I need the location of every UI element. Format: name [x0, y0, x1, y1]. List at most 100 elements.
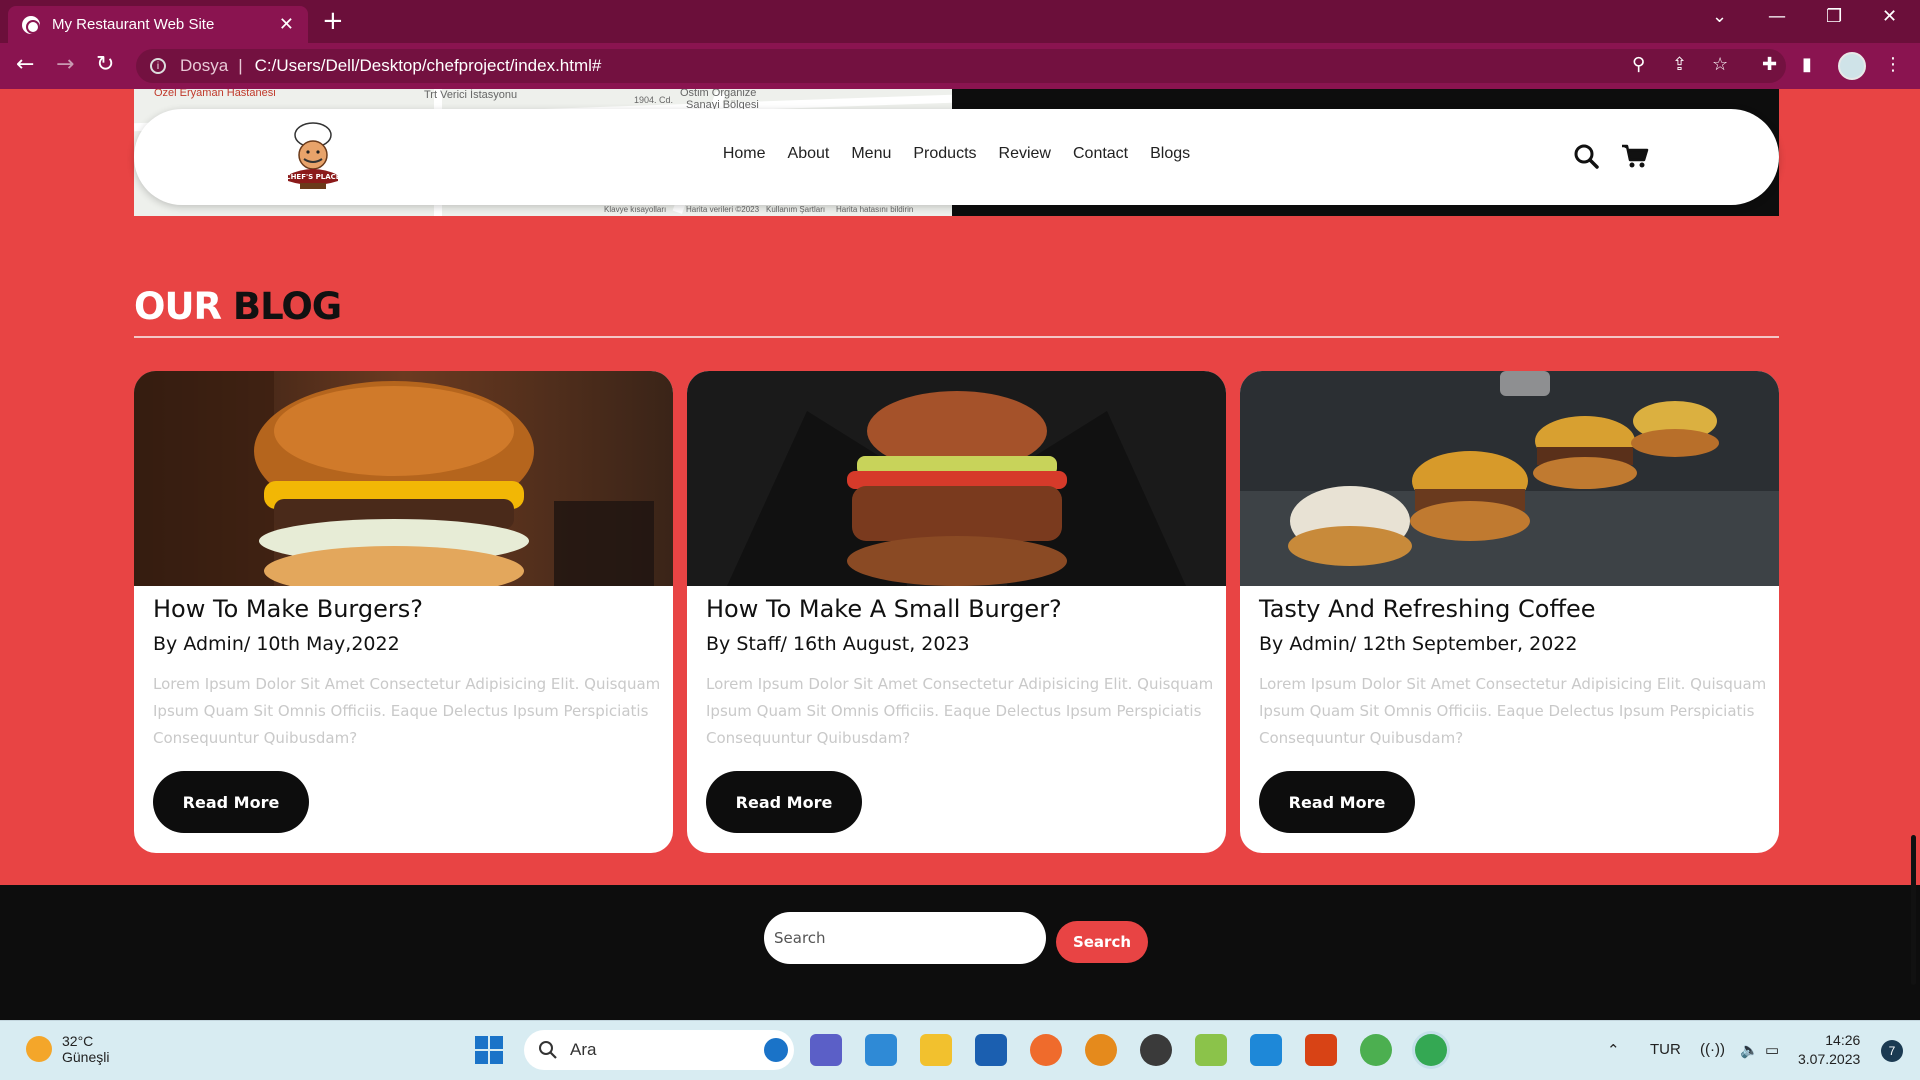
close-window-icon[interactable]: ✕: [1882, 6, 1897, 27]
sun-icon: [26, 1036, 52, 1062]
search-icon[interactable]: [1573, 143, 1599, 169]
blog-card-title[interactable]: How To Make Burgers?: [153, 595, 423, 623]
logo-text: CHEF'S PLACE: [285, 173, 340, 181]
footer-search-input[interactable]: [764, 912, 1046, 964]
bookmark-star-icon[interactable]: ☆: [1712, 54, 1728, 75]
nav-menu[interactable]: Menu: [851, 145, 891, 163]
chrome-icon[interactable]: [1360, 1034, 1392, 1066]
zoom-icon[interactable]: ⚲: [1632, 54, 1645, 75]
teams-icon[interactable]: [810, 1034, 842, 1066]
search-icon: [539, 1041, 557, 1059]
firefox-icon[interactable]: [1030, 1034, 1062, 1066]
browser-address-bar: ← → ↻ i Dosya | C:/Users/Dell/Desktop/ch…: [0, 43, 1920, 89]
url-separator: |: [238, 56, 243, 75]
blog-card-meta: By Admin/ 12th September, 2022: [1259, 633, 1578, 655]
weather-widget[interactable]: 32°C Güneşli: [26, 1033, 109, 1065]
chevron-up-icon[interactable]: ⌃: [1607, 1041, 1620, 1059]
nav-review[interactable]: Review: [999, 145, 1051, 163]
app-icon[interactable]: [1305, 1034, 1337, 1066]
nav-products[interactable]: Products: [913, 145, 976, 163]
side-panel-icon[interactable]: ▮: [1802, 54, 1812, 75]
taskbar-search-placeholder: Ara: [570, 1040, 597, 1059]
read-more-button[interactable]: Read More: [1259, 771, 1415, 833]
minimize-icon[interactable]: —: [1768, 6, 1786, 27]
chrome-profile-icon[interactable]: [1415, 1034, 1447, 1066]
close-tab-icon[interactable]: ✕: [279, 15, 294, 34]
map-label: 1904. Cd.: [634, 95, 674, 105]
section-divider: [134, 336, 1779, 338]
mail-icon[interactable]: [975, 1034, 1007, 1066]
clock-time: 14:26: [1825, 1032, 1861, 1048]
browser-tab-bar: My Restaurant Web Site ✕ + ⌄ — ❐ ✕: [0, 0, 1920, 43]
read-more-button[interactable]: Read More: [153, 771, 309, 833]
chatgpt-icon[interactable]: [1140, 1034, 1172, 1066]
blog-card-title[interactable]: How To Make A Small Burger?: [706, 595, 1062, 623]
blog-card-title[interactable]: Tasty And Refreshing Coffee: [1259, 595, 1596, 623]
notification-badge[interactable]: 7: [1881, 1040, 1903, 1062]
menu-icon[interactable]: ⋮: [1884, 54, 1902, 75]
burger-image: [134, 371, 673, 586]
clock[interactable]: 14:26 3.07.2023: [1798, 1031, 1860, 1069]
reload-icon[interactable]: ↻: [96, 53, 114, 77]
taskbar-search[interactable]: Ara: [524, 1030, 794, 1070]
map-label: Özel Eryaman Hastanesi: [154, 89, 276, 99]
nav-home[interactable]: Home: [723, 145, 766, 163]
burger-image: [1240, 371, 1779, 586]
globe-icon: [22, 15, 40, 34]
language-indicator[interactable]: TUR: [1650, 1041, 1681, 1058]
site-footer: Search: [0, 885, 1920, 1020]
blog-card-desc: Lorem Ipsum Dolor Sit Amet Consectetur A…: [153, 675, 661, 747]
map-footer-link[interactable]: Harita hatasını bildirin: [836, 205, 913, 214]
blog-card: How To Make Burgers? By Admin/ 10th May,…: [134, 371, 673, 853]
clock-date: 3.07.2023: [1798, 1051, 1861, 1067]
web-page: Özel Eryaman Hastanesi Trt Verici İstasy…: [0, 89, 1920, 1020]
scrollbar-thumb[interactable]: [1911, 835, 1916, 985]
blog-card-meta: By Staff/ 16th August, 2023: [706, 633, 970, 655]
blog-card-meta: By Admin/ 10th May,2022: [153, 633, 400, 655]
nav-contact[interactable]: Contact: [1073, 145, 1128, 163]
search-tool-icon[interactable]: [1085, 1034, 1117, 1066]
bing-icon[interactable]: [764, 1038, 788, 1062]
browser-tab[interactable]: My Restaurant Web Site ✕: [8, 6, 308, 43]
map-label: Trt Verici İstasyonu: [424, 89, 518, 101]
url-protocol: Dosya: [180, 56, 229, 75]
url-text[interactable]: C:/Users/Dell/Desktop/chefproject/index.…: [255, 56, 602, 76]
tab-title: My Restaurant Web Site: [52, 16, 215, 33]
map-footer-link[interactable]: Harita verileri ©2023: [686, 205, 759, 214]
footer-search-button[interactable]: Search: [1056, 921, 1148, 963]
map-label: Ostim Organize: [680, 89, 757, 99]
site-info-icon[interactable]: i: [150, 58, 166, 74]
windows-start-icon[interactable]: [473, 1034, 505, 1066]
profile-avatar[interactable]: [1838, 52, 1866, 80]
burger-image: [687, 371, 1226, 586]
url-bar[interactable]: i Dosya | C:/Users/Dell/Desktop/chefproj…: [136, 49, 1786, 83]
notepad-icon[interactable]: [1195, 1034, 1227, 1066]
tab-search-icon[interactable]: ⌄: [1712, 6, 1727, 27]
nav-about[interactable]: About: [788, 145, 830, 163]
map-footer-link[interactable]: Kullanım Şartları: [766, 205, 825, 214]
volume-icon[interactable]: 🔈: [1740, 1041, 1759, 1059]
wifi-icon[interactable]: ((·)): [1700, 1041, 1725, 1058]
nav-blogs[interactable]: Blogs: [1150, 145, 1190, 163]
file-explorer-icon[interactable]: [920, 1034, 952, 1066]
blog-card-desc: Lorem Ipsum Dolor Sit Amet Consectetur A…: [706, 675, 1214, 747]
section-title-blog: BLOG: [232, 285, 342, 328]
shopping-cart-icon[interactable]: [1621, 143, 1649, 169]
store-icon[interactable]: [865, 1034, 897, 1066]
blog-card: How To Make A Small Burger? By Staff/ 16…: [687, 371, 1226, 853]
forward-icon[interactable]: →: [56, 53, 74, 77]
share-icon[interactable]: ⇪: [1672, 54, 1687, 75]
read-more-button[interactable]: Read More: [706, 771, 862, 833]
section-title-our: OUR: [134, 285, 222, 328]
battery-icon[interactable]: ▭: [1765, 1041, 1779, 1059]
restore-icon[interactable]: ❐: [1826, 6, 1842, 27]
blog-card: Tasty And Refreshing Coffee By Admin/ 12…: [1240, 371, 1779, 853]
back-icon[interactable]: ←: [16, 53, 34, 77]
blog-card-desc: Lorem Ipsum Dolor Sit Amet Consectetur A…: [1259, 675, 1767, 747]
site-header: CHEF'S PLACE Home About Menu Products Re…: [134, 109, 1779, 205]
vscode-icon[interactable]: [1250, 1034, 1282, 1066]
extensions-icon[interactable]: ✚: [1762, 54, 1777, 75]
new-tab-button[interactable]: +: [322, 8, 344, 34]
section-title: OUR BLOG: [134, 285, 342, 328]
map-footer-link[interactable]: Klavye kısayolları: [604, 205, 666, 214]
